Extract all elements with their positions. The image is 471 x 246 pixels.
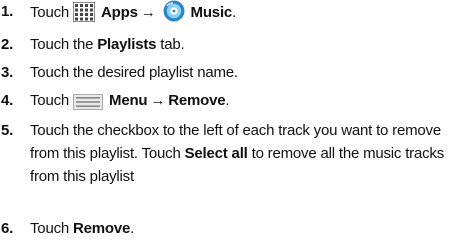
arrow: → (140, 4, 156, 21)
arrow: → (150, 92, 166, 109)
step-plain-text: Touch (30, 220, 70, 237)
step-end: . (130, 220, 135, 237)
step-plain-text: Touch (30, 92, 70, 109)
step-number: 1. (1, 3, 14, 20)
music-app-icon (163, 0, 185, 29)
step-number: 2. (1, 36, 14, 53)
step-text: Touch the checkbox to the left of each t… (30, 119, 465, 188)
step-plain-text: Touch (30, 4, 70, 21)
step-text: Touch the desired playlist name. (30, 64, 238, 81)
menu-key-icon (73, 94, 104, 117)
step-end: . (232, 4, 237, 21)
step-number: 3. (1, 64, 14, 81)
apps-grid-icon (72, 1, 96, 29)
playlists-tab-label: Playlists (97, 36, 157, 53)
select-all-label: Select all (184, 145, 248, 162)
step-end: . (225, 92, 230, 109)
step-text: Touch Menu → Remove. (30, 89, 465, 117)
step-number: 5. (1, 122, 14, 139)
remove-label: Remove (168, 92, 226, 109)
apps-label: Apps (101, 4, 138, 21)
remove-label: Remove (73, 220, 131, 237)
step-number: 4. (1, 92, 14, 109)
step-plain-text: tab. (160, 36, 185, 53)
step-text: Touch Apps → Music. (30, 0, 465, 29)
step-text: Touch Remove. (30, 217, 465, 240)
step-text: Touch the Playlists tab. (30, 33, 465, 56)
step-plain-text: Touch the (30, 36, 94, 53)
menu-label: Menu (109, 92, 148, 109)
music-label: Music (190, 4, 233, 21)
step-number: 6. (1, 220, 14, 237)
instruction-list: 1. Touch Apps → Music. 2. Touch the Play… (0, 0, 471, 246)
